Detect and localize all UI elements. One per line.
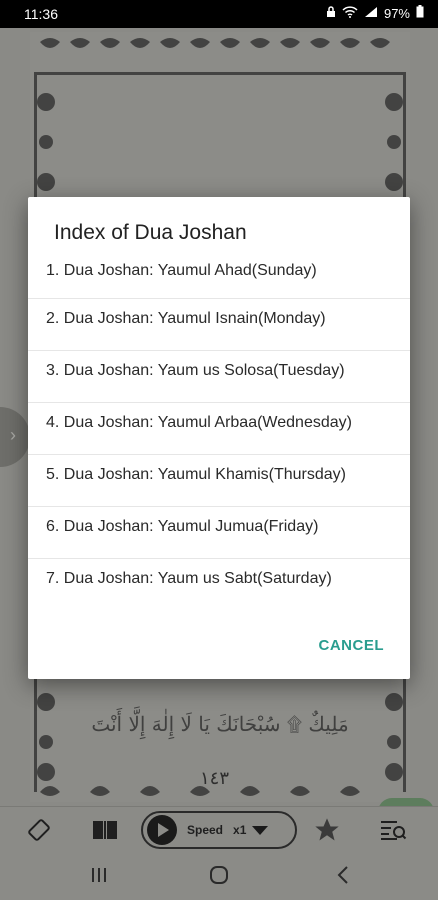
recent-apps-button[interactable] bbox=[84, 864, 114, 890]
index-search-button[interactable] bbox=[378, 817, 408, 847]
speed-value: x1 bbox=[233, 823, 247, 837]
search-list-icon bbox=[379, 818, 407, 847]
book-icon bbox=[91, 819, 119, 846]
page-count-badge: 35/68 bbox=[378, 798, 434, 806]
lock-icon bbox=[326, 5, 336, 21]
dialog-title: Index of Dua Joshan bbox=[54, 221, 247, 244]
system-nav-bar bbox=[0, 854, 438, 900]
list-item[interactable]: 7. Dua Joshan: Yaum us Sabt(Saturday) bbox=[28, 559, 410, 611]
speed-label: Speed bbox=[187, 823, 224, 837]
list-item[interactable]: 1. Dua Joshan: Yaumul Ahad(Sunday) bbox=[28, 251, 410, 299]
back-button[interactable] bbox=[328, 864, 358, 890]
arabic-text: مَلِيكٌ ۩ سُبْحَانَكَ يَا لَا إِلٰهَ إِل… bbox=[91, 712, 349, 736]
list-item[interactable]: 5. Dua Joshan: Yaumul Khamis(Thursday) bbox=[28, 455, 410, 507]
page-number: ١٤٣ bbox=[200, 768, 230, 789]
list-item[interactable]: 3. Dua Joshan: Yaum us Solosa(Tuesday) bbox=[28, 351, 410, 403]
play-icon[interactable] bbox=[147, 815, 177, 845]
list-item[interactable]: 4. Dua Joshan: Yaumul Arbaa(Wednesday) bbox=[28, 403, 410, 455]
home-icon bbox=[208, 864, 230, 891]
battery-percent: 97% bbox=[383, 5, 410, 21]
bookmark-button[interactable] bbox=[312, 817, 342, 847]
home-button[interactable] bbox=[204, 864, 234, 890]
recent-apps-icon bbox=[89, 866, 109, 889]
cancel-button[interactable]: CANCEL bbox=[319, 637, 385, 654]
caret-down-icon[interactable] bbox=[252, 825, 269, 835]
status-icons: 97% bbox=[326, 5, 424, 21]
rotate-button[interactable] bbox=[24, 817, 54, 847]
signal-icon bbox=[364, 6, 378, 21]
book-button[interactable] bbox=[90, 817, 120, 847]
rotate-icon bbox=[27, 818, 51, 847]
back-icon bbox=[336, 865, 350, 890]
speed-control[interactable]: Speed x1 bbox=[141, 811, 297, 849]
index-dialog: Index of Dua Joshan 1. Dua Joshan: Yaumu… bbox=[28, 197, 410, 679]
status-time: 11:36 bbox=[24, 6, 58, 22]
star-icon bbox=[312, 816, 342, 849]
battery-icon bbox=[416, 5, 424, 21]
bottom-toolbar: Speed x1 bbox=[0, 806, 438, 855]
chevron-right-icon: › bbox=[10, 425, 16, 445]
list-item[interactable]: 6. Dua Joshan: Yaumul Jumua(Friday) bbox=[28, 507, 410, 559]
status-bar: 11:36 97% bbox=[0, 0, 438, 28]
dialog-list: 1. Dua Joshan: Yaumul Ahad(Sunday) 2. Du… bbox=[28, 251, 410, 611]
list-item[interactable]: 2. Dua Joshan: Yaumul Isnain(Monday) bbox=[28, 299, 410, 351]
wifi-icon bbox=[342, 5, 358, 21]
